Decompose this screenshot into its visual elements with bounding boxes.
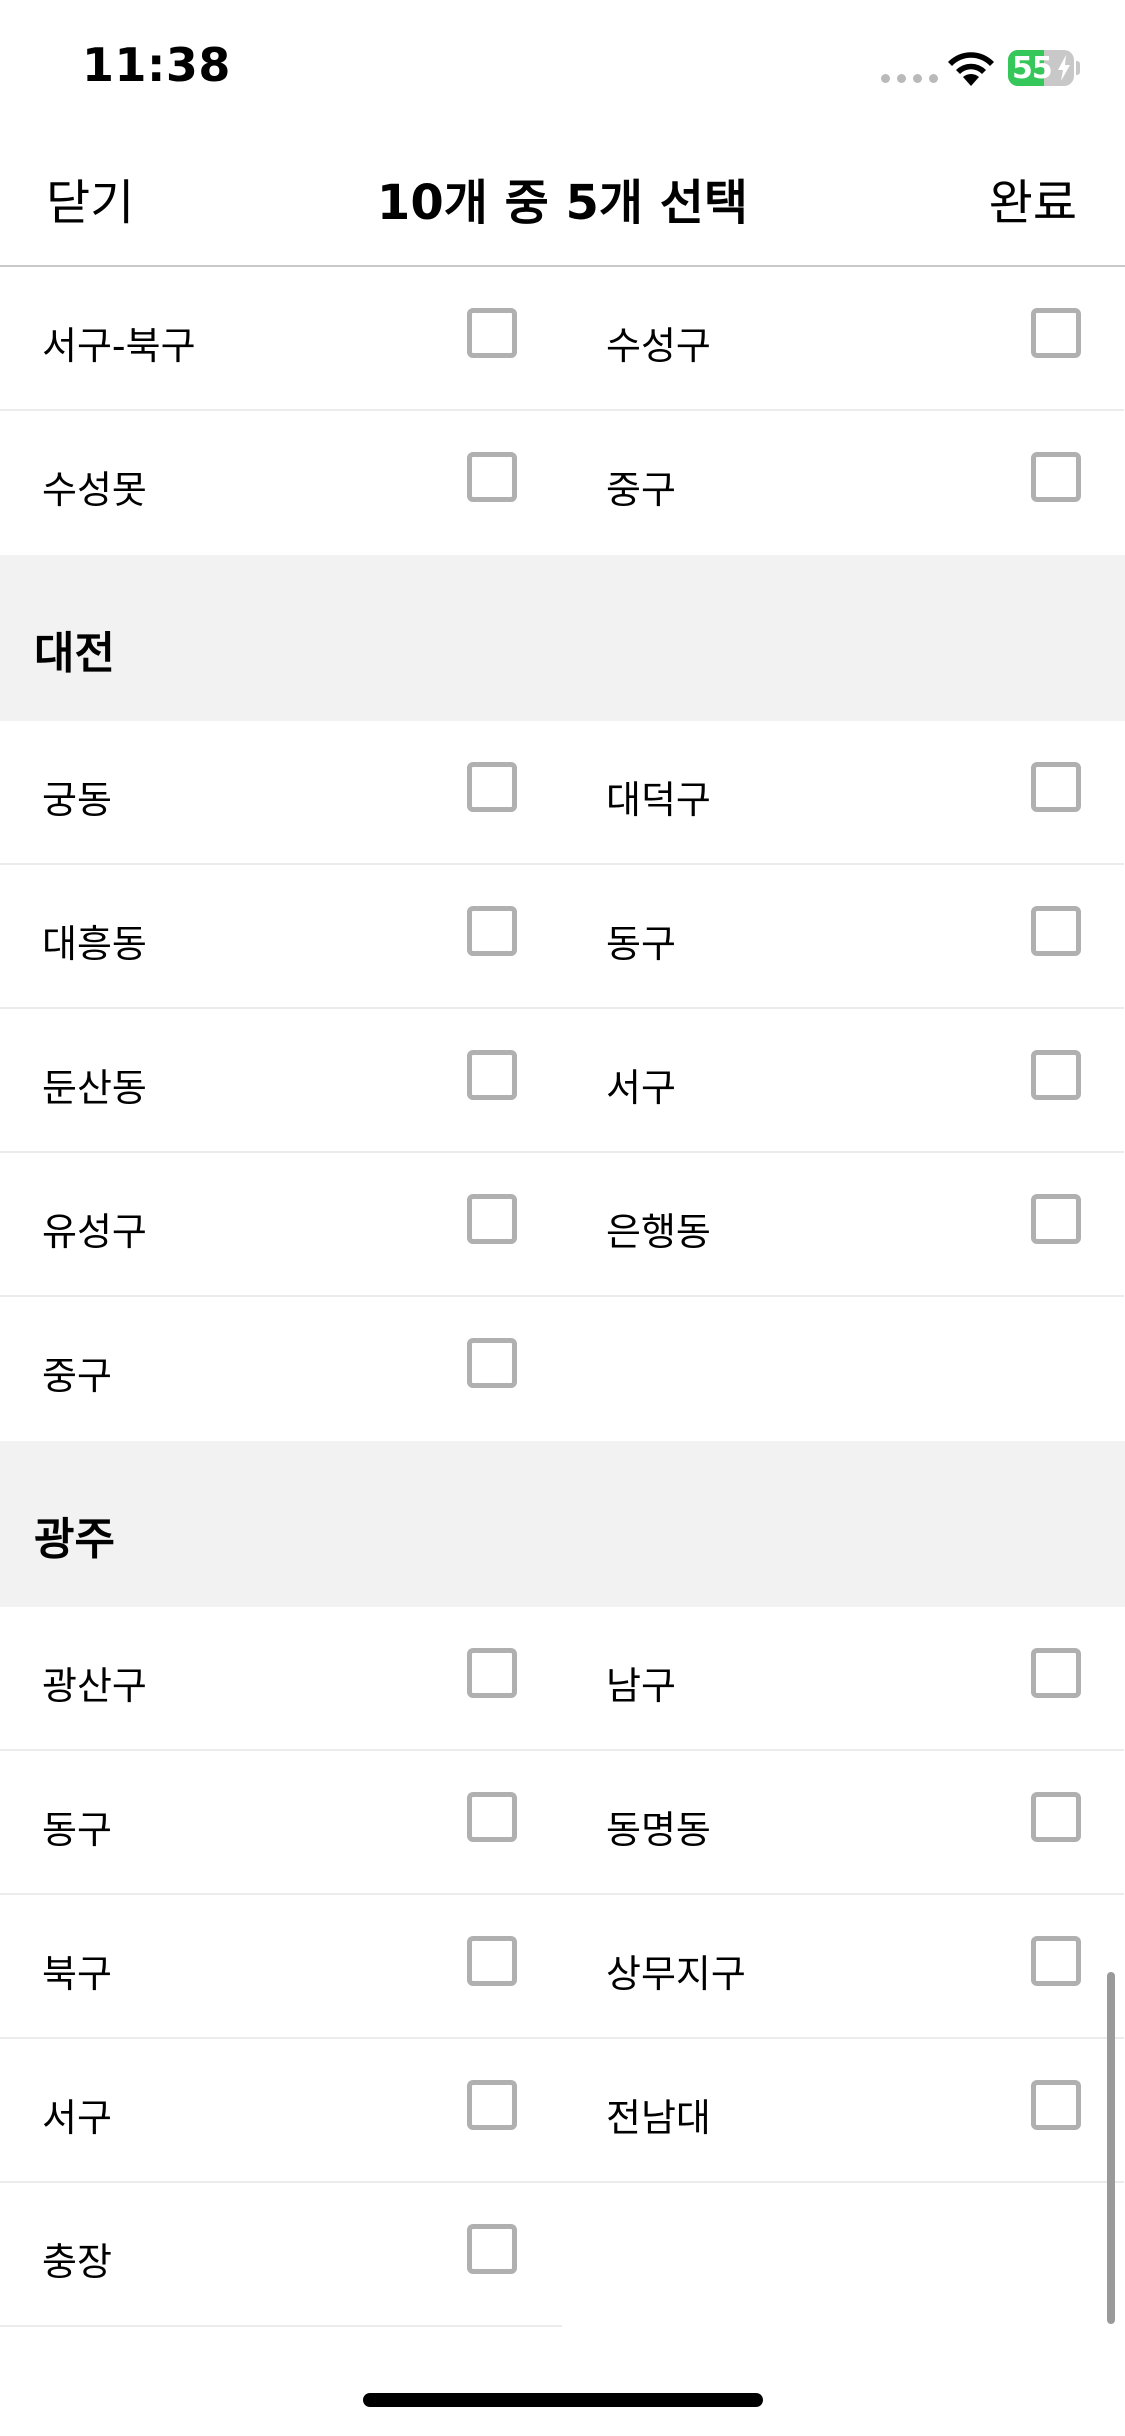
checkbox[interactable] xyxy=(1031,308,1081,358)
item-label: 수성못 xyxy=(42,468,147,512)
item-label: 유성구 xyxy=(42,1210,147,1254)
battery-charging-icon: 55 xyxy=(1008,50,1074,86)
list-row: 광산구 남구 xyxy=(0,1607,1125,1751)
list-item[interactable]: 둔산동 xyxy=(0,1009,562,1153)
item-label: 동구 xyxy=(606,922,676,966)
list-item[interactable]: 유성구 xyxy=(0,1153,562,1297)
list-item[interactable]: 은행동 xyxy=(562,1153,1124,1297)
list-row: 유성구 은행동 xyxy=(0,1153,1125,1297)
done-button[interactable]: 완료 xyxy=(989,163,1077,233)
item-label: 충장 xyxy=(42,2240,112,2284)
empty-cell xyxy=(562,2183,1124,2327)
list-item[interactable]: 남구 xyxy=(562,1607,1124,1751)
checkbox[interactable] xyxy=(1031,1792,1081,1842)
signal-dots-icon xyxy=(881,74,938,83)
checkbox[interactable] xyxy=(467,1792,517,1842)
item-label: 광산구 xyxy=(42,1664,147,1708)
checkbox[interactable] xyxy=(467,906,517,956)
checkbox[interactable] xyxy=(1031,2080,1081,2130)
checkbox[interactable] xyxy=(1031,1194,1081,1244)
list-item[interactable]: 수성못 xyxy=(0,411,562,555)
checkbox[interactable] xyxy=(467,308,517,358)
list-row: 둔산동 서구 xyxy=(0,1009,1125,1153)
status-time: 11:38 xyxy=(82,38,231,92)
item-label: 중구 xyxy=(42,1354,112,1398)
checkbox[interactable] xyxy=(1031,1648,1081,1698)
nav-bar: 닫기 10개 중 5개 선택 완료 xyxy=(0,135,1125,267)
list-row: 충장 xyxy=(0,2183,1125,2327)
checkbox[interactable] xyxy=(467,762,517,812)
item-label: 전남대 xyxy=(606,2096,711,2140)
list-item[interactable]: 동구 xyxy=(0,1751,562,1895)
scrollbar[interactable] xyxy=(1107,1972,1115,2324)
battery-level: 55 xyxy=(1012,51,1053,86)
list-item[interactable]: 상무지구 xyxy=(562,1895,1124,2039)
list-item[interactable]: 서구 xyxy=(0,2039,562,2183)
list-item[interactable]: 북구 xyxy=(0,1895,562,2039)
list-item[interactable]: 전남대 xyxy=(562,2039,1124,2183)
item-label: 서구-북구 xyxy=(42,324,196,368)
list-row: 서구-북구 수성구 xyxy=(0,267,1125,411)
battery-cap xyxy=(1076,61,1080,75)
item-label: 북구 xyxy=(42,1952,112,1996)
region-list: 서구-북구 수성구 수성못 중구 대전 궁동 대덕구 대흥동 동구 둔산동 서구… xyxy=(0,267,1125,2327)
checkbox[interactable] xyxy=(1031,1936,1081,1986)
checkbox[interactable] xyxy=(467,1648,517,1698)
checkbox[interactable] xyxy=(1031,906,1081,956)
item-label: 궁동 xyxy=(42,778,112,822)
charging-bolt-icon xyxy=(1058,55,1070,81)
home-indicator[interactable] xyxy=(363,2393,763,2407)
list-item[interactable]: 중구 xyxy=(562,411,1124,555)
list-row: 중구 xyxy=(0,1297,1125,1441)
list-item[interactable]: 중구 xyxy=(0,1297,562,1441)
item-label: 수성구 xyxy=(606,324,711,368)
list-item[interactable]: 동구 xyxy=(562,865,1124,1009)
checkbox[interactable] xyxy=(1031,762,1081,812)
list-item[interactable]: 대흥동 xyxy=(0,865,562,1009)
item-label: 남구 xyxy=(606,1664,676,1708)
section-header-daejeon: 대전 xyxy=(0,555,1125,721)
item-label: 둔산동 xyxy=(42,1066,147,1110)
checkbox[interactable] xyxy=(467,1338,517,1388)
item-label: 서구 xyxy=(606,1066,676,1110)
list-row: 대흥동 동구 xyxy=(0,865,1125,1009)
empty-cell xyxy=(562,1297,1124,1441)
list-item[interactable]: 궁동 xyxy=(0,721,562,865)
list-item[interactable]: 서구-북구 xyxy=(0,267,562,411)
item-label: 대흥동 xyxy=(42,922,147,966)
checkbox[interactable] xyxy=(467,1936,517,1986)
checkbox[interactable] xyxy=(1031,452,1081,502)
item-label: 상무지구 xyxy=(606,1952,746,1996)
list-row: 동구 동명동 xyxy=(0,1751,1125,1895)
list-item[interactable]: 수성구 xyxy=(562,267,1124,411)
checkbox[interactable] xyxy=(467,452,517,502)
list-item[interactable]: 광산구 xyxy=(0,1607,562,1751)
list-row: 수성못 중구 xyxy=(0,411,1125,555)
list-row: 북구 상무지구 xyxy=(0,1895,1125,2039)
section-header-gwangju: 광주 xyxy=(0,1441,1125,1607)
list-item[interactable]: 충장 xyxy=(0,2183,562,2327)
list-item[interactable]: 동명동 xyxy=(562,1751,1124,1895)
item-label: 은행동 xyxy=(606,1210,711,1254)
checkbox[interactable] xyxy=(467,1050,517,1100)
checkbox[interactable] xyxy=(467,2080,517,2130)
list-item[interactable]: 서구 xyxy=(562,1009,1124,1153)
page-title: 10개 중 5개 선택 xyxy=(376,175,749,231)
checkbox[interactable] xyxy=(467,2224,517,2274)
list-row: 궁동 대덕구 xyxy=(0,721,1125,865)
checkbox[interactable] xyxy=(467,1194,517,1244)
item-label: 동구 xyxy=(42,1808,112,1852)
item-label: 대덕구 xyxy=(606,778,711,822)
checkbox[interactable] xyxy=(1031,1050,1081,1100)
list-row: 서구 전남대 xyxy=(0,2039,1125,2183)
section-title: 대전 xyxy=(34,628,115,679)
section-title: 광주 xyxy=(34,1514,115,1565)
list-item[interactable]: 대덕구 xyxy=(562,721,1124,865)
item-label: 중구 xyxy=(606,468,676,512)
item-label: 서구 xyxy=(42,2096,112,2140)
status-bar: 11:38 55 xyxy=(0,0,1125,135)
item-label: 동명동 xyxy=(606,1808,711,1852)
wifi-icon xyxy=(948,52,994,86)
